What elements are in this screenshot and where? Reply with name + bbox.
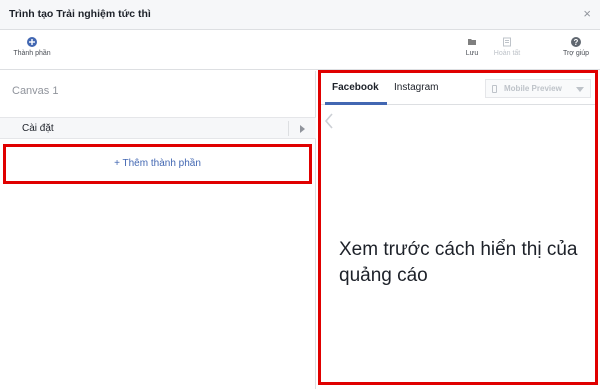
dialog-title: Trình tạo Trải nghiệm tức thì (9, 8, 151, 20)
chevron-down-icon (576, 87, 584, 92)
preview-tabs: Facebook Instagram Mobile Preview (321, 73, 595, 105)
chevron-left-icon[interactable] (323, 111, 335, 131)
active-tab-indicator (325, 102, 387, 105)
help-label: Trợ giúp (562, 50, 590, 57)
save-label: Lưu (465, 50, 479, 57)
add-component-button[interactable]: Thành phần (10, 37, 54, 57)
finish-button[interactable]: Hoàn tất (490, 37, 524, 57)
add-component-link-label: + Thêm thành phần (114, 158, 201, 169)
question-circle-icon: ? (571, 37, 581, 47)
tab-facebook[interactable]: Facebook (332, 82, 379, 93)
settings-row[interactable]: Cài đặt (0, 117, 316, 139)
mobile-preview-label: Mobile Preview (504, 84, 562, 93)
preview-caption: Xem trước cách hiển thị của quảng cáo (339, 239, 578, 286)
help-button[interactable]: ? Trợ giúp (558, 37, 594, 57)
finish-label: Hoàn tất (493, 50, 521, 57)
add-component-link[interactable]: + Thêm thành phần (3, 144, 312, 184)
toolbar: Thành phần Lưu Hoàn tất ? Trợ giúp (0, 30, 600, 70)
phone-icon (492, 85, 497, 93)
close-icon[interactable]: × (583, 6, 591, 21)
preview-panel: Facebook Instagram Mobile Preview Xem tr… (318, 70, 598, 385)
chevron-right-icon (300, 125, 305, 133)
component-panel: Canvas 1 Cài đặt (0, 71, 316, 389)
plus-circle-icon (27, 37, 37, 47)
save-button[interactable]: Lưu (460, 37, 484, 57)
document-icon (503, 37, 511, 47)
dialog-titlebar: Trình tạo Trải nghiệm tức thì × (0, 0, 600, 30)
settings-divider (288, 121, 289, 136)
add-component-label: Thành phần (13, 50, 51, 57)
svg-text:?: ? (574, 38, 579, 47)
folder-icon (468, 39, 476, 45)
mobile-preview-select[interactable]: Mobile Preview (485, 79, 591, 98)
canvas-title: Canvas 1 (12, 85, 59, 97)
settings-label: Cài đặt (22, 123, 54, 134)
tab-instagram[interactable]: Instagram (394, 82, 438, 93)
